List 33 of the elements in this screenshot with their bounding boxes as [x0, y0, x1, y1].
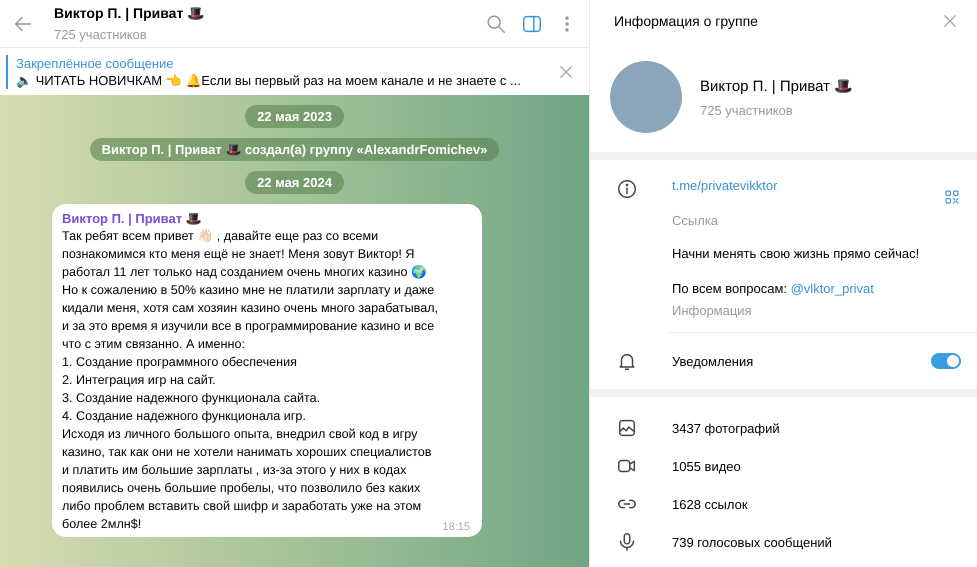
media-row[interactable]: 1055 видео: [590, 447, 977, 485]
notifications-switch[interactable]: [931, 353, 961, 369]
service-message: Виктор П. | Приват 🎩 создал(а) группу «AlexandrFomichev»: [90, 138, 500, 161]
message-text: Так ребят всем привет 👋🏻 , давайте еще раз со всеми познакомимся кто меня ещё не знает! Меня зовут Виктор! Я работал 11 лет только над созданием очень многих казино 🌍 Но к сожалению в 50% казино мне не платили зарплату и даже кидали меня, хотя сам хозяин казино очень много зарабатывал, и за это время я изучили все в программирование казино и все что с этим связанно. А именно: 1. Создание программного обеспечения 2. Интеграция игр на сайт. 3. Создание надежного функционала сайта. 4. Создание надежного функционала игр.: [62, 228, 440, 425]
date-badge: 22 мая 2024: [245, 171, 344, 194]
message-time: 18:15: [442, 521, 470, 533]
search-icon[interactable]: [485, 12, 507, 34]
media-row[interactable]: 3437 фотографий: [590, 409, 977, 447]
pinned-label: Закреплённое сообщение: [16, 56, 175, 70]
media-row[interactable]: 1628 ссылок: [590, 485, 977, 523]
chat-title: Виктор П. | Приват 🎩: [54, 5, 206, 21]
field-label: Информация: [672, 303, 753, 318]
group-name: Виктор П. | Приват 🎩: [700, 76, 854, 94]
qr-code-icon[interactable]: [943, 188, 961, 206]
contact-text: По всем вопросам: @vlktor_privat: [672, 281, 875, 296]
info-icon: [616, 178, 638, 200]
message-author: Виктор П. | Приват 🎩: [62, 211, 203, 226]
media-count: 3437 фотографий: [672, 420, 780, 436]
member-count: 725 участников: [700, 102, 794, 118]
panel-title: Информация о группе: [614, 13, 758, 29]
date-badge: 22 мая 2023: [245, 105, 344, 128]
description-text: Начни менять свою жизнь прямо сейчас!: [672, 246, 920, 261]
media-count: 1628 ссылок: [672, 496, 748, 512]
image-icon: [616, 417, 638, 439]
notifications-label: Уведомления: [672, 354, 754, 368]
media-count: 739 голосовых сообщений: [672, 534, 832, 550]
field-label: Ссылка: [672, 213, 720, 228]
message-text: Исходя из личного большого опыта, внедрил свой код в игру казино, так как они не хотели нанимать хороших специалистов и платить им большие зарплаты , из-за этого у них в кодах появились очень большие пробелы, что позволило без каких либо проблем вставить свой шифр и заработать уже на этом более 2млн$!: [62, 426, 432, 533]
media-row[interactable]: 739 голосовых сообщений: [590, 523, 977, 561]
member-count: 725 участников: [54, 27, 148, 42]
pinned-text: 🔈 ЧИТАТЬ НОВИЧКАМ 👈 🔔Если вы первый раз на моем канале и не знаете с ...: [16, 72, 522, 88]
media-count: 1055 видео: [672, 458, 741, 474]
close-icon[interactable]: [941, 12, 959, 30]
